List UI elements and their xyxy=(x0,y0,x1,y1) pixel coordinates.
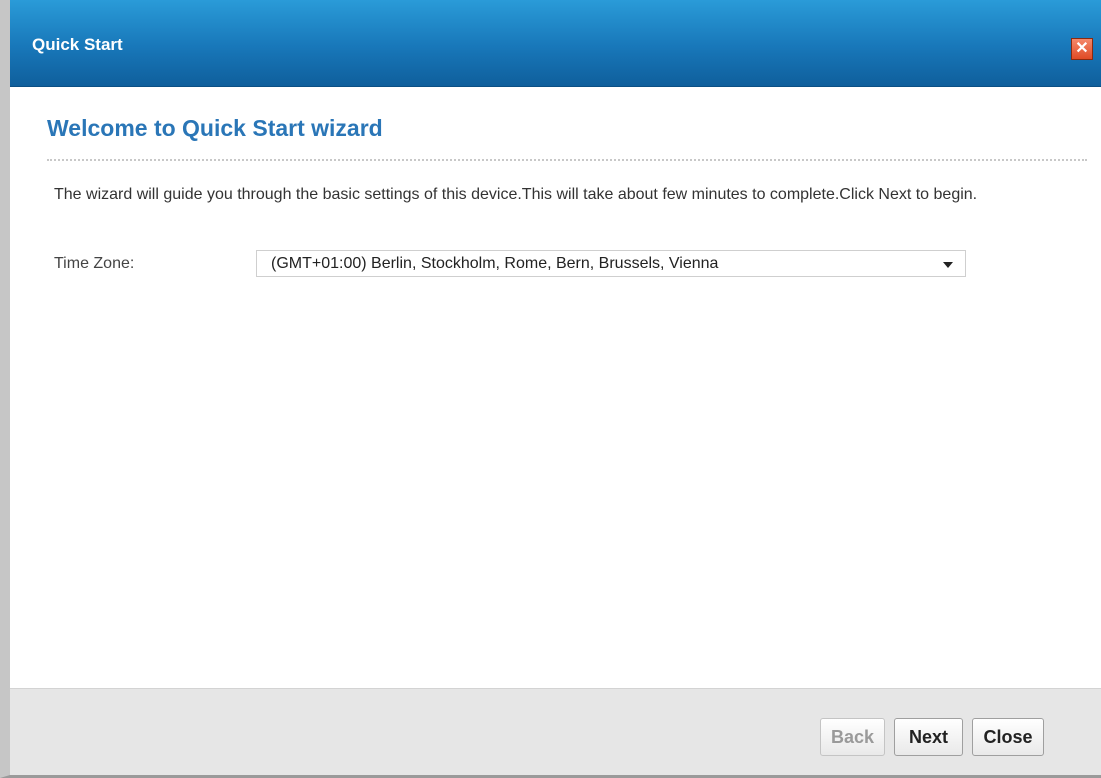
heading-divider xyxy=(47,159,1087,161)
wizard-description: The wizard will guide you through the ba… xyxy=(54,186,978,203)
dialog-titlebar: Quick Start ✕ xyxy=(10,0,1101,87)
dropdown-arrow-icon xyxy=(943,262,953,268)
dialog-content: Welcome to Quick Start wizard The wizard… xyxy=(10,87,1101,689)
next-button[interactable]: Next xyxy=(894,718,963,756)
back-button[interactable]: Back xyxy=(820,718,885,756)
close-icon[interactable]: ✕ xyxy=(1071,38,1093,60)
time-zone-select[interactable]: (GMT+01:00) Berlin, Stockholm, Rome, Ber… xyxy=(256,250,966,277)
time-zone-selected-value: (GMT+01:00) Berlin, Stockholm, Rome, Ber… xyxy=(271,255,719,272)
wizard-heading: Welcome to Quick Start wizard xyxy=(47,115,383,141)
dialog-footer: Back Next Close xyxy=(10,688,1101,775)
quick-start-dialog: Quick Start ✕ Welcome to Quick Start wiz… xyxy=(0,0,1101,778)
time-zone-label: Time Zone: xyxy=(54,255,135,272)
dialog-title: Quick Start xyxy=(32,35,123,54)
close-button[interactable]: Close xyxy=(972,718,1044,756)
